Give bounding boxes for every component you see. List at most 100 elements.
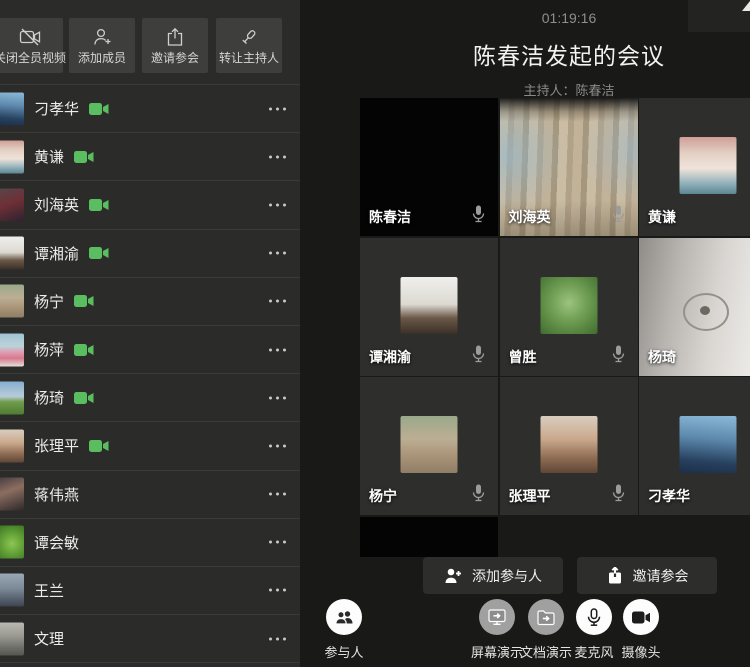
video-tile[interactable]: 张理平 [500, 377, 638, 515]
participant-row[interactable]: 蒋伟燕 [0, 471, 300, 519]
camera-on-icon [74, 343, 95, 357]
participant-name: 蒋伟燕 [34, 484, 79, 505]
video-tile[interactable]: 杨琦 [639, 238, 750, 376]
action-button-label: 添加参与人 [472, 566, 542, 586]
video-tile[interactable]: 陈春洁 [360, 98, 498, 236]
video-tile[interactable] [360, 517, 498, 558]
more-options-button[interactable] [267, 197, 288, 212]
meeting-stage: 01:19:16 陈春洁发起的会议 主持人：陈春洁 陈春洁 刘海英 [300, 0, 750, 667]
participant-avatar [0, 285, 24, 318]
participant-name: 黄谦 [34, 146, 64, 167]
more-options-button[interactable] [267, 583, 288, 598]
participant-row[interactable]: 杨琦 [0, 374, 300, 422]
participant-name: 杨萍 [34, 339, 64, 360]
camera-icon [623, 599, 659, 635]
camera-on-icon [89, 246, 110, 260]
participant-row[interactable]: 张理平 [0, 422, 300, 470]
tile-name: 谭湘渝 [369, 347, 411, 367]
add-person-icon [91, 27, 113, 47]
more-options-button[interactable] [267, 294, 288, 309]
more-options-button[interactable] [267, 487, 288, 502]
participant-row[interactable]: 谭湘渝 [0, 230, 300, 278]
video-tile[interactable]: 刁孝华 [639, 377, 750, 515]
mic-icon [576, 599, 612, 635]
video-tile[interactable]: 曾胜 [500, 238, 638, 376]
participant-row[interactable]: 刁孝华 [0, 85, 300, 133]
participant-name: 谭湘渝 [34, 243, 79, 264]
doc-share-dock-button[interactable]: 文档演示 [522, 599, 570, 661]
participant-avatar [0, 381, 24, 414]
more-options-button[interactable] [267, 535, 288, 550]
meeting-timer: 01:19:16 [360, 10, 750, 26]
close-all-video-button[interactable]: 关闭全员视频 [0, 18, 63, 73]
microphone-dock-button[interactable]: 麦克风 [570, 599, 618, 661]
participant-row[interactable]: 黄谦 [0, 133, 300, 181]
participant-avatar [0, 188, 24, 221]
tile-avatar [401, 416, 458, 473]
share-icon [165, 27, 185, 47]
dock-label: 麦克风 [574, 642, 613, 661]
participants-sidebar: 关闭全员视频 添加成员 邀请参会 [0, 0, 300, 667]
doc-share-icon [528, 599, 564, 635]
participant-avatar [0, 92, 24, 125]
tile-name: 张理平 [509, 486, 551, 506]
video-tile[interactable]: 刘海英 [500, 98, 638, 236]
toolbar-button-label: 添加成员 [78, 49, 126, 66]
participant-avatar [0, 526, 24, 559]
sidebar-toolbar: 关闭全员视频 添加成员 邀请参会 [0, 0, 300, 84]
screen-share-icon [479, 599, 515, 635]
participant-name: 刘海英 [34, 194, 79, 215]
participant-row[interactable]: 杨宁 [0, 278, 300, 326]
more-options-button[interactable] [267, 342, 288, 357]
video-tile[interactable]: 杨宁 [360, 377, 498, 515]
camera-on-icon [89, 439, 110, 453]
add-member-button[interactable]: 添加成员 [69, 18, 135, 73]
participant-name: 文理 [34, 628, 64, 649]
participant-avatar [0, 333, 24, 366]
screen-share-dock-button[interactable]: 屏幕演示 [473, 599, 521, 661]
mic-on-icon [472, 345, 485, 368]
invite-button[interactable]: 邀请参会 [142, 18, 208, 73]
bottom-dock: 参与人 屏幕演示 文档演示 [300, 595, 750, 667]
more-options-button[interactable] [267, 149, 288, 164]
tile-name: 杨琦 [648, 347, 676, 367]
more-options-button[interactable] [267, 246, 288, 261]
camera-dock-button[interactable]: 摄像头 [617, 599, 665, 661]
participant-name: 杨宁 [34, 291, 64, 312]
invite-meeting-button[interactable]: 邀请参会 [577, 557, 717, 594]
participant-row[interactable]: 杨萍 [0, 326, 300, 374]
dock-label: 参与人 [324, 642, 363, 661]
participant-row[interactable]: 文理 [0, 615, 300, 663]
participant-list: 刁孝华 黄谦 [0, 84, 300, 663]
participant-name: 杨琦 [34, 387, 64, 408]
more-options-button[interactable] [267, 631, 288, 646]
tile-avatar [540, 416, 597, 473]
participant-row[interactable]: 王兰 [0, 567, 300, 615]
participants-dock-button[interactable]: 参与人 [320, 599, 368, 661]
participant-row[interactable]: 刘海英 [0, 181, 300, 229]
tile-name: 杨宁 [369, 486, 397, 506]
participant-avatar [0, 237, 24, 270]
more-options-button[interactable] [267, 101, 288, 116]
tile-name: 陈春洁 [369, 207, 411, 227]
meeting-header: 01:19:16 陈春洁发起的会议 主持人：陈春洁 [360, 0, 750, 99]
more-options-button[interactable] [267, 390, 288, 405]
video-tile[interactable]: 谭湘渝 [360, 238, 498, 376]
camera-on-icon [74, 294, 95, 308]
more-options-button[interactable] [267, 438, 288, 453]
participant-row[interactable]: 谭会敏 [0, 519, 300, 567]
dock-label: 摄像头 [621, 642, 660, 661]
tile-name: 曾胜 [509, 347, 537, 367]
tile-name: 黄谦 [648, 207, 676, 227]
mic-on-icon [472, 205, 485, 228]
toolbar-button-label: 邀请参会 [151, 49, 199, 66]
tile-name: 刘海英 [509, 207, 551, 227]
people-icon [326, 599, 362, 635]
video-grid: 陈春洁 刘海英 [360, 98, 750, 557]
video-tile[interactable]: 黄谦 [639, 98, 750, 236]
action-button-label: 邀请参会 [633, 566, 689, 586]
participant-name: 张理平 [34, 435, 79, 456]
mic-handheld-icon [239, 27, 259, 47]
add-participant-button[interactable]: 添加参与人 [423, 557, 563, 594]
transfer-host-button[interactable]: 转让主持人 [216, 18, 282, 73]
